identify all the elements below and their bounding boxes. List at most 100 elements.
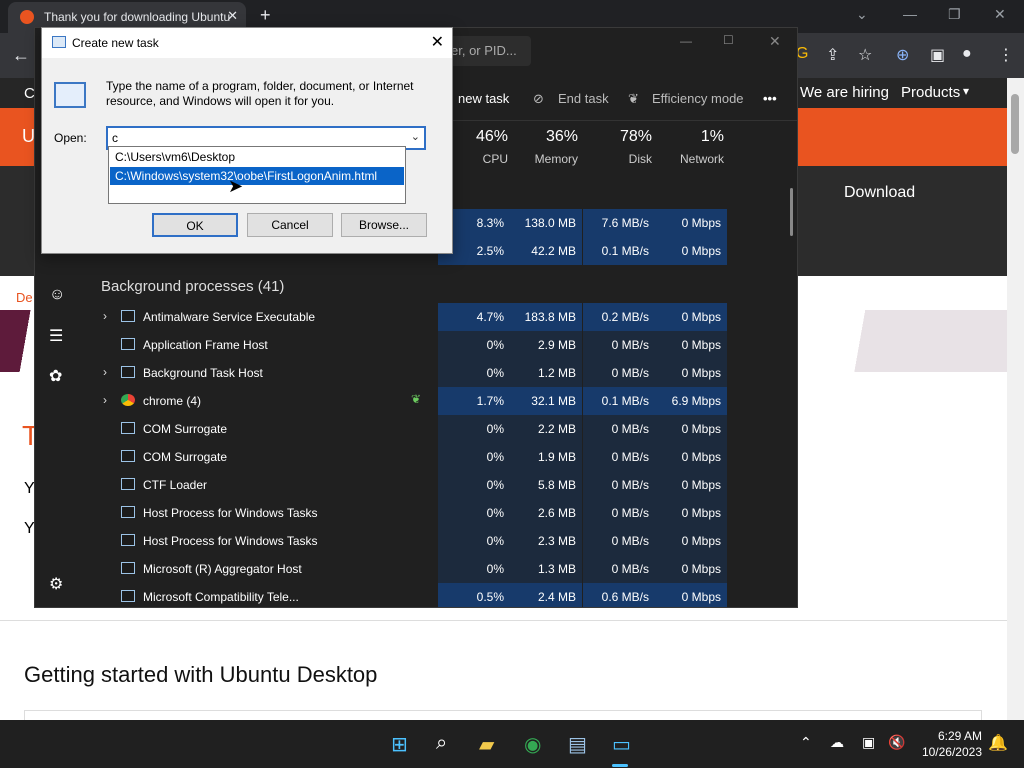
disk-percent: 78% <box>619 128 652 145</box>
minimize-icon[interactable]: — <box>903 6 917 22</box>
run-program-icon <box>54 82 86 108</box>
nav-link-products[interactable]: Products <box>901 84 960 101</box>
leaf-icon[interactable]: ❦ <box>628 91 639 107</box>
net-cell: 0 Mbps <box>655 443 727 471</box>
volume-icon[interactable]: 🔇 <box>888 734 905 751</box>
tm-minimize-icon[interactable]: — <box>680 34 692 48</box>
settings-icon[interactable]: ⚙ <box>49 574 63 594</box>
autocomplete-item-selected[interactable]: C:\Windows\system32\oobe\FirstLogonAnim.… <box>110 167 404 185</box>
cpu-cell: 0% <box>438 471 510 499</box>
tm-maximize-icon[interactable]: ☐ <box>723 33 734 47</box>
cpu-cell: 4.7% <box>438 303 510 331</box>
side-panel-icon[interactable]: ▣ <box>930 45 945 65</box>
partial-text: De <box>16 290 33 305</box>
efficiency-leaf-icon: ❦ <box>411 392 422 406</box>
process-name: Host Process for Windows Tasks <box>143 506 318 520</box>
expand-chevron-icon[interactable]: › <box>103 309 107 323</box>
network-column-header[interactable]: Network <box>652 152 724 166</box>
profile-icon[interactable]: ● <box>962 45 972 63</box>
cancel-button[interactable]: Cancel <box>247 213 333 237</box>
mem-cell: 1.2 MB <box>510 359 582 387</box>
more-options-button[interactable]: ••• <box>763 91 777 106</box>
table-row[interactable]: › Background Task Host 0% 1.2 MB 0 MB/s 0 Mbp… <box>83 359 797 387</box>
disk-cell: 0 MB/s <box>583 499 655 527</box>
window-close-icon[interactable]: ✕ <box>994 6 1006 23</box>
chrome-icon[interactable]: ◉ <box>524 732 541 757</box>
tab-close-icon[interactable]: ✕ <box>227 8 238 24</box>
restore-icon[interactable]: ❐ <box>948 6 961 23</box>
background-processes-header[interactable]: Background processes (41) <box>101 278 284 295</box>
autocomplete-item[interactable]: C:\Users\vm6\Desktop <box>110 148 404 166</box>
mem-cell: 5.8 MB <box>510 471 582 499</box>
end-task-button[interactable]: End task <box>558 91 609 106</box>
clock-time: 6:29 AM <box>937 729 982 743</box>
page-scrollbar[interactable] <box>1007 78 1024 721</box>
memory-column-header[interactable]: Memory <box>508 152 578 166</box>
process-icon <box>121 562 135 574</box>
run-new-task-button[interactable]: new task <box>458 91 509 106</box>
system-clock[interactable]: 6:29 AM 10/26/2023 <box>922 728 982 760</box>
bookmark-star-icon[interactable]: ☆ <box>858 45 872 65</box>
tray-chevron-icon[interactable]: ⌃ <box>800 734 812 751</box>
table-row[interactable]: Application Frame Host 0% 2.9 MB 0 MB/s 0 Mb… <box>83 331 797 359</box>
table-row[interactable]: Host Process for Windows Tasks 0% 2.3 MB 0 … <box>83 527 797 555</box>
run-dialog-taskbar-icon[interactable]: ▭ <box>612 732 631 757</box>
expand-chevron-icon[interactable]: › <box>103 393 107 407</box>
share-icon[interactable]: ⇪ <box>826 45 839 65</box>
end-task-icon[interactable]: ⊘ <box>533 91 544 107</box>
download-icon[interactable]: ⊕ <box>896 45 909 65</box>
disk-cell: 0 MB/s <box>583 527 655 555</box>
clock-date: 10/26/2023 <box>921 745 982 759</box>
process-name: Microsoft Compatibility Tele... <box>143 590 299 604</box>
open-input[interactable]: c <box>112 131 118 145</box>
scroll-thumb[interactable] <box>1011 94 1019 154</box>
disk-cell: 0 MB/s <box>583 415 655 443</box>
cpu-cell: 0% <box>438 443 510 471</box>
onedrive-icon[interactable]: ☁ <box>830 734 844 751</box>
mem-cell: 183.8 MB <box>510 303 582 331</box>
disk-column-header[interactable]: Disk <box>580 152 652 166</box>
table-row[interactable]: CTF Loader 0% 5.8 MB 0 MB/s 0 Mbps <box>83 471 797 499</box>
ok-button[interactable]: OK <box>152 213 238 237</box>
services-icon[interactable]: ✿ <box>49 366 62 386</box>
process-icon <box>121 450 135 462</box>
task-manager-icon <box>52 36 66 48</box>
file-explorer-icon[interactable]: ▰ <box>479 732 494 757</box>
menu-icon[interactable]: ⋮ <box>998 45 1014 65</box>
disk-cell: 7.6 MB/s <box>583 209 655 237</box>
table-row[interactable]: › Antimalware Service Executable 4.7% 183.8… <box>83 303 797 331</box>
browse-button[interactable]: Browse... <box>341 213 427 237</box>
table-row[interactable]: Microsoft Compatibility Tele... 0.5% 2.4 M… <box>83 583 797 607</box>
task-manager-taskbar-icon[interactable]: ▤ <box>568 732 587 757</box>
tm-scrollbar[interactable] <box>790 188 793 236</box>
net-cell: 0 Mbps <box>655 209 727 237</box>
disk-cell: 0 MB/s <box>583 443 655 471</box>
download-link[interactable]: Download <box>844 184 915 202</box>
table-row[interactable]: COM Surrogate 0% 2.2 MB 0 MB/s 0 Mbps <box>83 415 797 443</box>
process-name: Host Process for Windows Tasks <box>143 534 318 548</box>
table-row[interactable]: COM Surrogate 0% 1.9 MB 0 MB/s 0 Mbps <box>83 443 797 471</box>
users-icon[interactable]: ☺ <box>49 286 65 304</box>
network-icon[interactable]: ▣ <box>862 734 875 751</box>
expand-chevron-icon[interactable]: › <box>103 365 107 379</box>
cpu-cell: 1.7% <box>438 387 510 415</box>
table-row[interactable]: › chrome (4) ❦ 1.7% 32.1 MB 0.1 MB/s 6.9 Mbps <box>83 387 797 415</box>
nav-link-hiring[interactable]: We are hiring <box>800 84 889 101</box>
notification-bell-icon[interactable]: 🔔 <box>988 733 1008 753</box>
table-row[interactable]: Microsoft (R) Aggregator Host 0% 1.3 MB 0 M… <box>83 555 797 583</box>
process-icon <box>121 338 135 350</box>
process-icon <box>121 366 135 378</box>
new-tab-button[interactable]: + <box>260 5 271 26</box>
details-icon[interactable]: ☰ <box>49 326 63 346</box>
chevron-down-icon[interactable]: ⌄ <box>411 130 420 143</box>
process-search-input[interactable]: er, or PID... <box>445 36 531 66</box>
dialog-close-icon[interactable]: ✕ <box>431 32 444 52</box>
tm-close-icon[interactable]: ✕ <box>769 33 781 50</box>
table-row[interactable]: Host Process for Windows Tasks 0% 2.6 MB 0 … <box>83 499 797 527</box>
net-cell: 0 Mbps <box>655 499 727 527</box>
efficiency-mode-button[interactable]: Efficiency mode <box>652 91 744 106</box>
tab-search-icon[interactable]: ⌄ <box>856 6 868 23</box>
back-icon[interactable]: ← <box>12 45 30 66</box>
start-icon[interactable]: ⊞ <box>391 732 408 757</box>
search-icon[interactable]: ⌕ <box>436 732 447 755</box>
